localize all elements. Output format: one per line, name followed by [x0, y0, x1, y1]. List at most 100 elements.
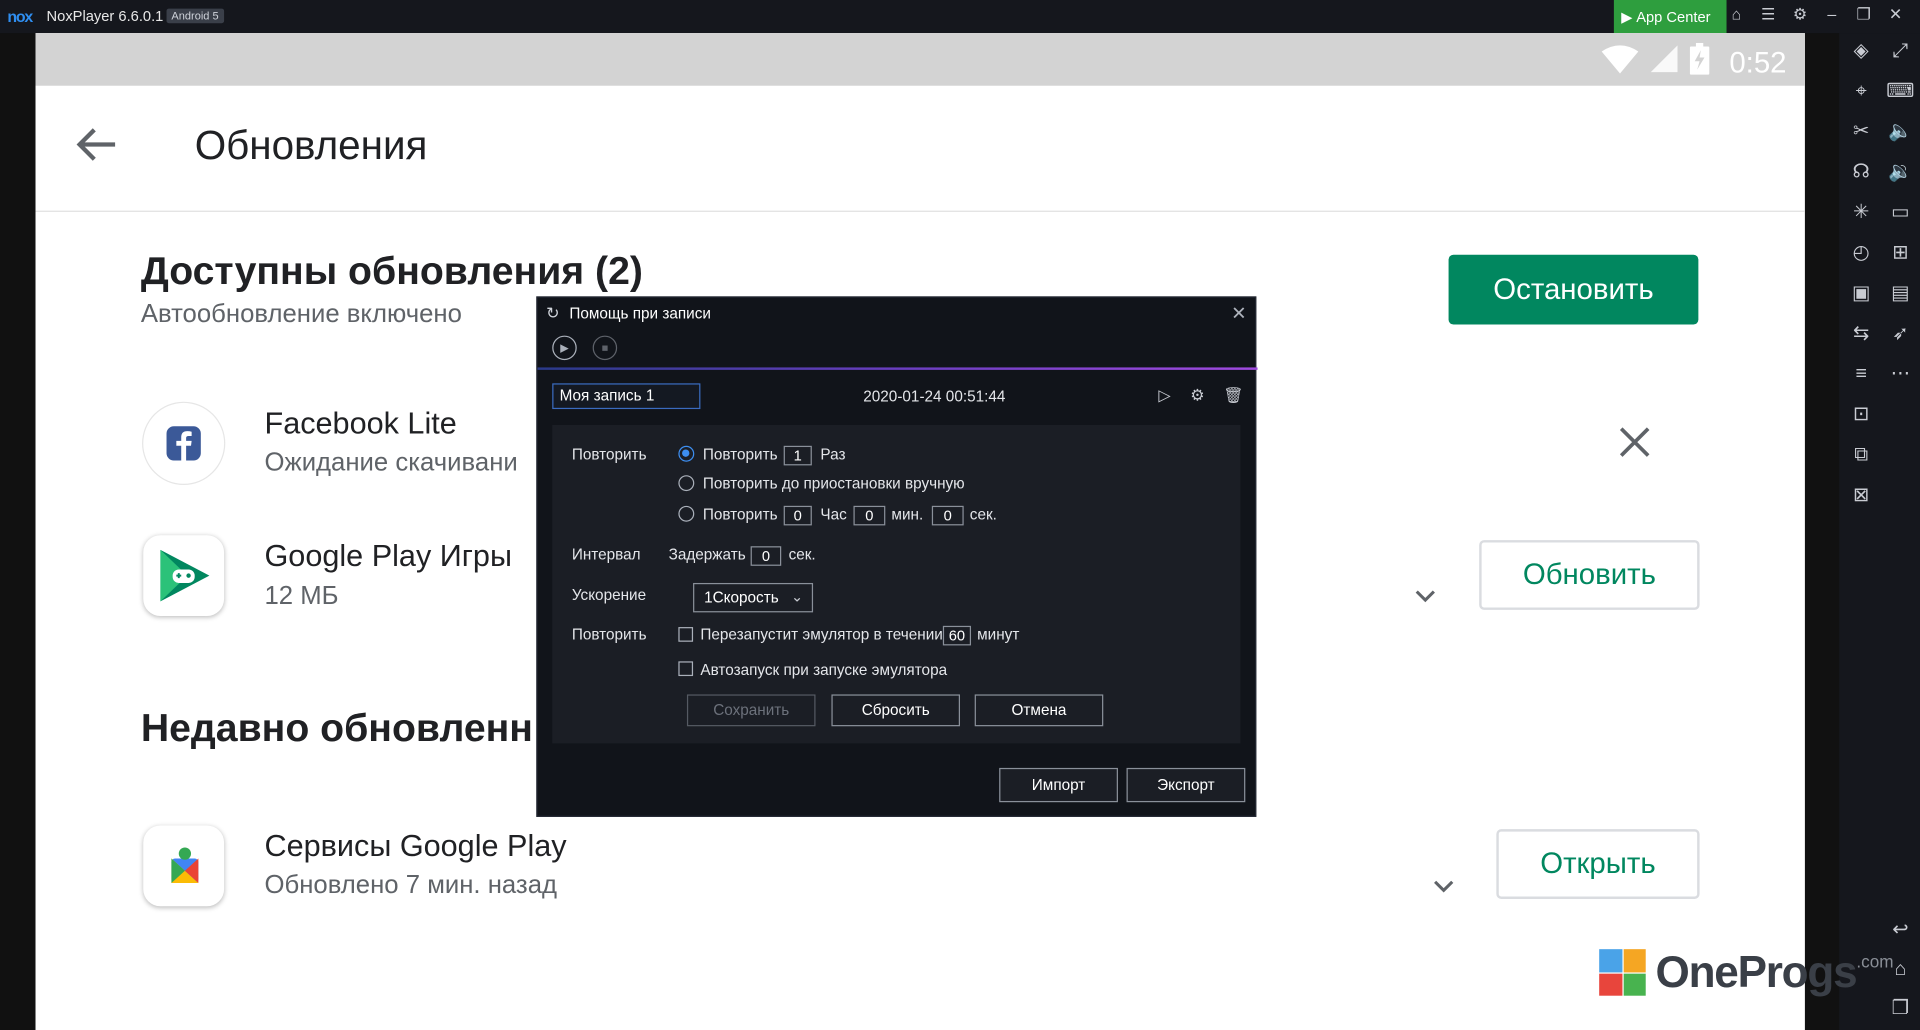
camera-icon[interactable]: ⊡ [1844, 399, 1878, 431]
hours-input[interactable]: 0 [783, 505, 812, 526]
repeat-label: Повторить [571, 445, 647, 463]
app-name: Facebook Lite [264, 406, 457, 441]
gear-icon[interactable]: ⚙ [1190, 386, 1204, 406]
record-icon[interactable]: ▣ [1844, 278, 1878, 310]
divider [537, 367, 1258, 370]
available-updates-title: Доступны обновления (2) [140, 248, 643, 293]
wifi-icon [1601, 44, 1639, 82]
location-icon[interactable]: ⌖ [1844, 76, 1878, 108]
app-center-label: App Center [1636, 7, 1711, 26]
more-icon[interactable]: ⋯ [1883, 359, 1917, 391]
macro-icon[interactable]: ◴ [1844, 238, 1878, 270]
google-play-services-icon [143, 825, 225, 907]
reset-button[interactable]: Сбросить [831, 694, 961, 727]
autostart-checkbox[interactable] [678, 661, 694, 677]
minutes-label: мин. [891, 505, 924, 523]
seconds-input[interactable]: 0 [931, 505, 964, 526]
windows-logo-icon [1599, 949, 1646, 996]
recently-updated-title: Недавно обновленн [140, 705, 533, 750]
delay-input[interactable]: 0 [750, 546, 782, 566]
repeat-times-radio[interactable] [678, 445, 695, 462]
shirt-icon[interactable]: ⌂ [1724, 5, 1748, 25]
title-bar: nox NoxPlayer 6.6.0.1 Android 5 ▶ App Ce… [0, 0, 1920, 34]
play-icon[interactable]: ▶ [552, 335, 577, 361]
google-play-games-icon [143, 535, 225, 617]
speed-label: Ускорение [571, 586, 647, 604]
gamepad-icon[interactable]: ⊠ [1844, 480, 1878, 512]
fullscreen-icon[interactable]: ⤢ [1883, 36, 1917, 68]
close-icon[interactable]: ✕ [1883, 5, 1907, 25]
shake-icon[interactable]: ☊ [1844, 157, 1878, 189]
speed-value: 1Скорость [704, 589, 779, 607]
repeat-until-stop-radio[interactable] [678, 475, 695, 492]
chevron-down-icon[interactable] [1415, 582, 1436, 610]
watermark-suffix: .com [1856, 951, 1894, 972]
clean-icon[interactable]: ▤ [1883, 278, 1917, 310]
screenshot-icon[interactable]: ◈ [1844, 36, 1878, 68]
export-button[interactable]: Экспорт [1126, 767, 1246, 803]
minimize-icon[interactable]: – [1820, 5, 1844, 25]
speed-select[interactable]: 1Скорость ⌄ [693, 582, 814, 613]
update-button[interactable]: Обновить [1479, 540, 1700, 610]
autostart-label: Автозапуск при запуске эмулятора [700, 661, 948, 679]
battery-icon [1690, 42, 1710, 83]
interval-label: Интервал [571, 546, 641, 564]
sync-icon[interactable]: ⇆ [1844, 318, 1878, 350]
restore-icon[interactable]: ❐ [1851, 5, 1875, 25]
apk-icon[interactable]: ⊞ [1883, 238, 1917, 270]
chevron-down-icon: ⌄ [790, 587, 804, 606]
repeat-duration-radio[interactable] [678, 505, 695, 522]
record-icon: ↻ [546, 303, 560, 323]
volume-up-icon[interactable]: 🔈 [1883, 116, 1917, 148]
hours-label: Час [820, 505, 847, 523]
play-store-icon: ▶ [1621, 7, 1633, 26]
delay-label: Задержать [668, 546, 746, 564]
app-status: Обновлено 7 мин. назад [264, 870, 558, 899]
back-icon[interactable]: ↩ [1883, 915, 1917, 947]
repeat-label: Повторить [702, 445, 778, 463]
cancel-button[interactable]: Отмена [974, 694, 1104, 727]
back-arrow-icon[interactable] [76, 126, 118, 170]
display-icon[interactable]: ▭ [1883, 197, 1917, 229]
gear-icon[interactable]: ⚙ [1788, 5, 1812, 25]
chevron-down-icon[interactable] [1434, 872, 1454, 900]
times-label: Раз [820, 445, 846, 463]
save-button[interactable]: Сохранить [686, 694, 816, 727]
loading-icon[interactable]: ✳ [1844, 197, 1878, 229]
app-center-button[interactable]: ▶ App Center [1613, 0, 1727, 34]
import-button[interactable]: Импорт [999, 767, 1118, 803]
trash-icon[interactable]: 🗑 [1223, 386, 1243, 406]
stop-icon[interactable]: ■ [592, 335, 618, 361]
facebook-lite-icon [143, 402, 225, 484]
restart-unit-label: минут [977, 625, 1020, 643]
delay-unit-label: сек. [788, 546, 816, 564]
cancel-download-icon[interactable] [1618, 419, 1652, 470]
volume-down-icon[interactable]: 🔉 [1883, 157, 1917, 189]
open-button[interactable]: Открыть [1496, 829, 1700, 899]
play-icon[interactable]: ▷ [1158, 386, 1170, 406]
app-name: Сервисы Google Play [264, 829, 567, 864]
close-icon[interactable]: ✕ [1231, 303, 1246, 325]
repeat-count-input[interactable]: 1 [783, 445, 812, 466]
restart-minutes-input[interactable]: 60 [942, 625, 972, 646]
record-name-input[interactable]: Моя запись 1 [552, 383, 701, 410]
dialog-title: Помощь при записи [569, 304, 711, 323]
app-status: Ожидание скачивани [264, 448, 518, 477]
scissors-icon[interactable]: ✂ [1844, 116, 1878, 148]
record-date: 2020-01-24 00:51:44 [863, 388, 1006, 406]
right-toolbar: ◈ ⤢ ⌖ ⌨ ✂ 🔈 ☊ 🔉 ✳ ▭ ◴ ⊞ ▣ ▤ ⇆ ➶ ≡ ⋯ ⊡ ⧉ … [1839, 33, 1920, 1030]
list-icon[interactable]: ≡ [1844, 359, 1878, 391]
rocket-icon[interactable]: ➶ [1883, 318, 1917, 350]
stop-button[interactable]: Остановить [1448, 254, 1699, 325]
restart-label: Перезапустит эмулятор в течении [700, 625, 943, 643]
app-name: Google Play Игры [264, 538, 512, 574]
window-controls: ⌂ ☰ ⚙ – ❐ ✕ [1724, 5, 1908, 25]
restart-checkbox[interactable] [678, 627, 694, 642]
menu-icon[interactable]: ☰ [1756, 5, 1780, 25]
watermark: OneProgs .com [1599, 949, 1894, 1000]
seconds-label: сек. [969, 505, 997, 523]
keyboard-icon[interactable]: ⌨ [1883, 76, 1917, 108]
minutes-input[interactable]: 0 [853, 505, 886, 526]
multi-instance-icon[interactable]: ⧉ [1844, 440, 1878, 472]
autoupdate-status: Автообновление включено [140, 300, 462, 329]
